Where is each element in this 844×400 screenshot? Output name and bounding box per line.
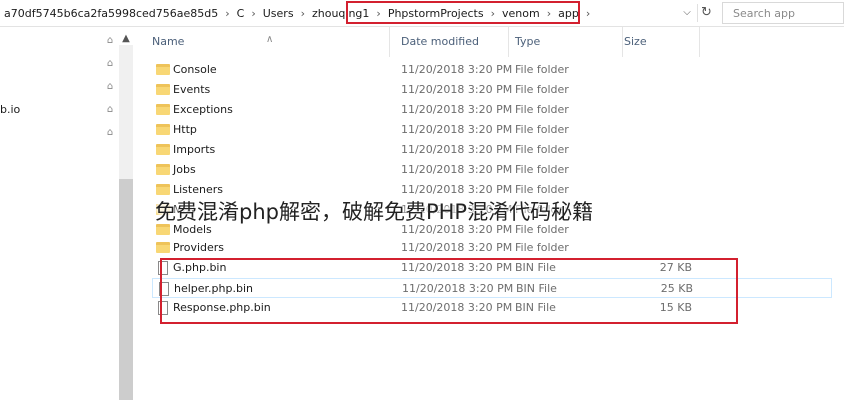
list-item[interactable]: Imports 11/20/2018 3:20 PM File folder (152, 140, 832, 160)
list-item[interactable]: Exceptions 11/20/2018 3:20 PM File folde… (152, 100, 832, 120)
list-item[interactable]: Providers 11/20/2018 3:20 PM File folder (152, 238, 832, 258)
column-header-date[interactable]: Date modified (391, 27, 509, 57)
scroll-up-icon[interactable]: ▲ (119, 33, 133, 45)
file-date: 11/20/2018 3:20 PM (401, 163, 513, 176)
file-size (624, 140, 692, 160)
file-size (624, 200, 692, 220)
pin-icon[interactable]: ⌂ (104, 104, 116, 116)
file-name: Exceptions (173, 103, 233, 116)
pin-icon[interactable]: ⌂ (104, 127, 116, 139)
chevron-down-icon[interactable]: ⌵ (680, 6, 694, 20)
breadcrumb-separator[interactable]: › (248, 7, 258, 20)
file-type: File folder (515, 103, 569, 116)
file-size (624, 160, 692, 180)
file-type: File folder (515, 63, 569, 76)
address-highlight-box (346, 1, 580, 24)
column-header-size[interactable]: Size (614, 27, 700, 57)
pin-icon[interactable]: ⌂ (104, 35, 116, 47)
breadcrumb-segment[interactable]: a70df5745b6ca2fa5998ced756ae85d5 (0, 7, 222, 20)
breadcrumb-segment[interactable]: C (233, 7, 249, 20)
breadcrumb-segment[interactable]: Users (259, 7, 298, 20)
folder-icon (156, 184, 170, 195)
folder-icon (156, 84, 170, 95)
file-name: Events (173, 83, 211, 96)
file-size (624, 220, 692, 240)
file-size (624, 100, 692, 120)
file-name: Providers (173, 241, 225, 254)
nav-item[interactable]: b.io (0, 103, 20, 116)
files-highlight-box (160, 258, 738, 324)
search-box[interactable] (722, 2, 844, 24)
file-name: Console (173, 63, 217, 76)
file-size (624, 60, 692, 80)
breadcrumb-separator[interactable]: › (222, 7, 232, 20)
refresh-icon[interactable]: ↻ (697, 4, 715, 22)
file-date: 11/20/2018 3:20 PM (401, 63, 513, 76)
file-date: 11/20/2018 3:20 PM (401, 103, 513, 116)
file-date: 11/20/2018 3:20 PM (401, 143, 513, 156)
folder-icon (156, 64, 170, 75)
column-header-label: Name (152, 35, 185, 48)
file-type: File folder (515, 123, 569, 136)
file-name: Imports (173, 143, 216, 156)
file-date: 11/20/2018 3:20 PM (401, 83, 513, 96)
file-type: File folder (515, 163, 569, 176)
list-item[interactable]: Jobs 11/20/2018 3:20 PM File folder (152, 160, 832, 180)
file-size (624, 180, 692, 200)
search-input[interactable] (723, 3, 843, 23)
pin-icon[interactable]: ⌂ (104, 81, 116, 93)
file-type: File folder (515, 143, 569, 156)
file-type: File folder (515, 83, 569, 96)
sort-ascending-icon: ∧ (266, 34, 274, 45)
file-date: 11/20/2018 3:20 PM (401, 241, 513, 254)
file-type: File folder (515, 241, 569, 254)
folder-icon (156, 144, 170, 155)
file-date: 11/20/2018 3:20 PM (401, 123, 513, 136)
folder-icon (156, 164, 170, 175)
file-size (624, 80, 692, 100)
file-name: Http (173, 123, 197, 136)
list-item[interactable]: Http 11/20/2018 3:20 PM File folder (152, 120, 832, 140)
folder-icon (156, 104, 170, 115)
file-size (624, 238, 692, 258)
folder-icon (156, 124, 170, 135)
column-header-name[interactable]: Name ∧ (142, 27, 390, 57)
pin-icon[interactable]: ⌂ (104, 58, 116, 70)
list-item[interactable]: Console 11/20/2018 3:20 PM File folder (152, 60, 832, 80)
breadcrumb-separator[interactable]: › (298, 7, 308, 20)
file-size (624, 120, 692, 140)
scrollbar-thumb[interactable] (119, 179, 133, 400)
breadcrumb-separator[interactable]: › (583, 7, 593, 20)
overlay-caption: 免费混淆php解密，破解免费PHP混淆代码秘籍 (155, 200, 594, 224)
list-item[interactable]: Events 11/20/2018 3:20 PM File folder (152, 80, 832, 100)
file-name: Jobs (173, 163, 196, 176)
folder-icon (156, 242, 170, 253)
navigation-pane: ⌂ ⌂ ⌂ ⌂ ⌂ b.io ▲ (0, 27, 134, 400)
column-header-type[interactable]: Type (505, 27, 623, 57)
